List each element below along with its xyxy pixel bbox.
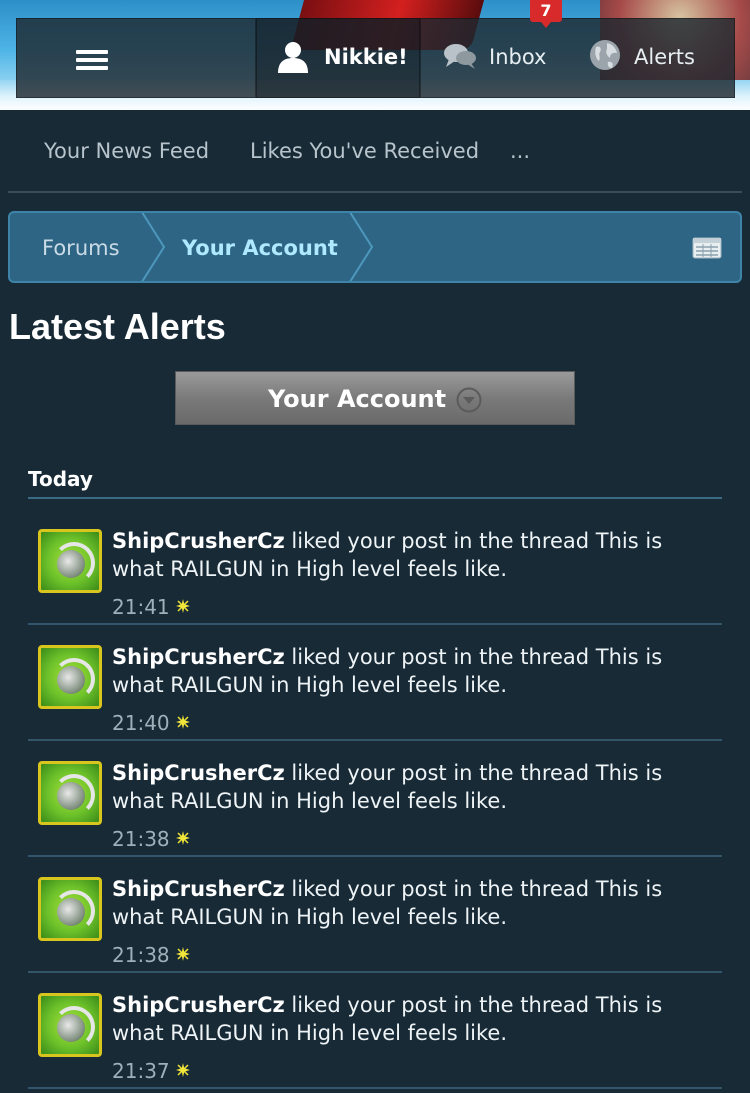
jump-menu-icon[interactable]: [692, 237, 722, 259]
user-name-link[interactable]: Nikkie!: [324, 45, 408, 69]
alert-username[interactable]: ShipCrusherCz: [112, 877, 285, 901]
breadcrumb: Forums Your Account: [8, 211, 742, 283]
alert-timestamp: 21:38: [112, 943, 170, 967]
alert-username[interactable]: ShipCrusherCz: [112, 993, 285, 1017]
tab-likes-received[interactable]: Likes You've Received: [250, 139, 479, 163]
new-alert-star-icon: [175, 947, 190, 961]
section-heading-today: Today: [28, 467, 93, 491]
alert-timestamp: 21:40: [112, 711, 170, 735]
new-alert-star-icon: [175, 715, 190, 729]
tab-more[interactable]: ...: [510, 139, 530, 163]
breadcrumb-separator-icon: [141, 213, 166, 281]
breadcrumb-your-account[interactable]: Your Account: [182, 236, 338, 260]
alert-item: ShipCrusherCz liked your post in the thr…: [28, 973, 722, 1089]
alert-text: ShipCrusherCz liked your post in the thr…: [112, 991, 712, 1047]
alert-timestamp: 21:37: [112, 1059, 170, 1083]
breadcrumb-forums[interactable]: Forums: [42, 236, 120, 260]
alert-text: ShipCrusherCz liked your post in the thr…: [112, 759, 712, 815]
alert-time: 21:40: [112, 711, 190, 735]
alert-username[interactable]: ShipCrusherCz: [112, 761, 285, 785]
section-divider: [28, 497, 722, 499]
alerts-link[interactable]: Alerts: [634, 45, 695, 69]
filter-selected-value: Your Account: [268, 385, 447, 413]
avatar[interactable]: [38, 993, 102, 1057]
avatar[interactable]: [38, 877, 102, 941]
alert-timestamp: 21:41: [112, 595, 170, 619]
alert-filter-dropdown[interactable]: Your Account: [175, 371, 575, 425]
tabs-divider: [8, 191, 742, 193]
alert-time: 21:37: [112, 1059, 190, 1083]
user-icon[interactable]: [276, 40, 310, 74]
alert-text: ShipCrusherCz liked your post in the thr…: [112, 643, 712, 699]
alert-text: ShipCrusherCz liked your post in the thr…: [112, 875, 712, 931]
alert-item: ShipCrusherCz liked your post in the thr…: [28, 857, 722, 973]
alert-time: 21:41: [112, 595, 190, 619]
inbox-count-badge: 7: [530, 0, 562, 28]
new-alert-star-icon: [175, 599, 190, 613]
menu-icon[interactable]: [76, 50, 108, 70]
alert-item: ShipCrusherCz liked your post in the thr…: [28, 625, 722, 741]
new-alert-star-icon: [175, 831, 190, 845]
alert-time: 21:38: [112, 827, 190, 851]
alert-item: ShipCrusherCz liked your post in the thr…: [28, 741, 722, 857]
alert-username[interactable]: ShipCrusherCz: [112, 645, 285, 669]
alert-timestamp: 21:38: [112, 827, 170, 851]
alerts-globe-icon[interactable]: [588, 38, 622, 72]
chevron-down-icon: [456, 387, 482, 413]
menu-cell[interactable]: [16, 18, 256, 98]
avatar[interactable]: [38, 645, 102, 709]
inbox-icon[interactable]: [443, 42, 477, 70]
alert-username[interactable]: ShipCrusherCz: [112, 529, 285, 553]
breadcrumb-separator-icon: [349, 213, 374, 281]
inbox-link[interactable]: Inbox: [489, 45, 546, 69]
avatar[interactable]: [38, 529, 102, 593]
alert-time: 21:38: [112, 943, 190, 967]
alert-item: ShipCrusherCz liked your post in the thr…: [28, 509, 722, 625]
tab-news-feed[interactable]: Your News Feed: [44, 139, 209, 163]
page-title: Latest Alerts: [9, 306, 226, 347]
avatar[interactable]: [38, 761, 102, 825]
alert-text: ShipCrusherCz liked your post in the thr…: [112, 527, 712, 583]
new-alert-star-icon: [175, 1063, 190, 1077]
